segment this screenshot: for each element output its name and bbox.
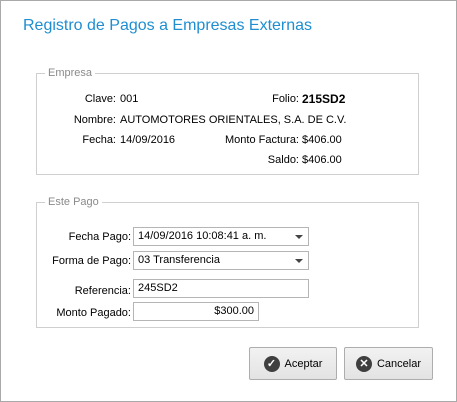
saldo-label: Saldo: xyxy=(267,154,299,166)
fecha-pago-label: Fecha Pago: xyxy=(68,231,131,243)
pago-legend: Este Pago xyxy=(48,196,99,208)
forma-pago-dropdown[interactable]: 03 Transferencia xyxy=(133,251,309,270)
folio-label: Folio: xyxy=(272,93,299,105)
empresa-legend: Empresa xyxy=(48,67,93,79)
aceptar-button[interactable]: ✓ Aceptar xyxy=(249,347,337,380)
clave-value: 001 xyxy=(120,93,139,105)
chevron-down-icon xyxy=(295,259,303,263)
aceptar-label: Aceptar xyxy=(284,357,323,370)
monto-factura-label: Monto Factura: xyxy=(225,134,299,146)
cancelar-button[interactable]: ✕ Cancelar xyxy=(344,347,433,380)
monto-pagado-label: Monto Pagado: xyxy=(56,307,131,319)
fecha-value: 14/09/2016 xyxy=(120,134,176,146)
check-circle-icon: ✓ xyxy=(263,355,280,372)
close-circle-icon: ✕ xyxy=(355,355,372,372)
nombre-label: Nombre: xyxy=(73,114,116,126)
referencia-label: Referencia: xyxy=(74,285,131,297)
forma-pago-value: 03 Transferencia xyxy=(138,254,220,266)
monto-factura-value: $406.00 xyxy=(302,134,342,146)
saldo-value: $406.00 xyxy=(302,154,342,166)
monto-pagado-input[interactable]: $300.00 xyxy=(133,302,259,321)
fecha-pago-dropdown[interactable]: 14/09/2016 10:08:41 a. m. xyxy=(133,227,309,246)
fecha-pago-value: 14/09/2016 10:08:41 a. m. xyxy=(138,230,267,242)
cancelar-label: Cancelar xyxy=(376,357,422,370)
forma-pago-label: Forma de Pago: xyxy=(52,255,131,267)
clave-label: Clave: xyxy=(84,93,116,105)
folio-value: 215SD2 xyxy=(302,92,346,106)
dialog-title: Registro de Pagos a Empresas Externas xyxy=(23,17,313,34)
referencia-input[interactable]: 245SD2 xyxy=(133,279,309,298)
fecha-label: Fecha: xyxy=(82,134,116,146)
dialog-window: Registro de Pagos a Empresas Externas Em… xyxy=(0,0,457,402)
nombre-value: AUTOMOTORES ORIENTALES, S.A. DE C.V. xyxy=(120,114,347,126)
chevron-down-icon xyxy=(295,235,303,239)
